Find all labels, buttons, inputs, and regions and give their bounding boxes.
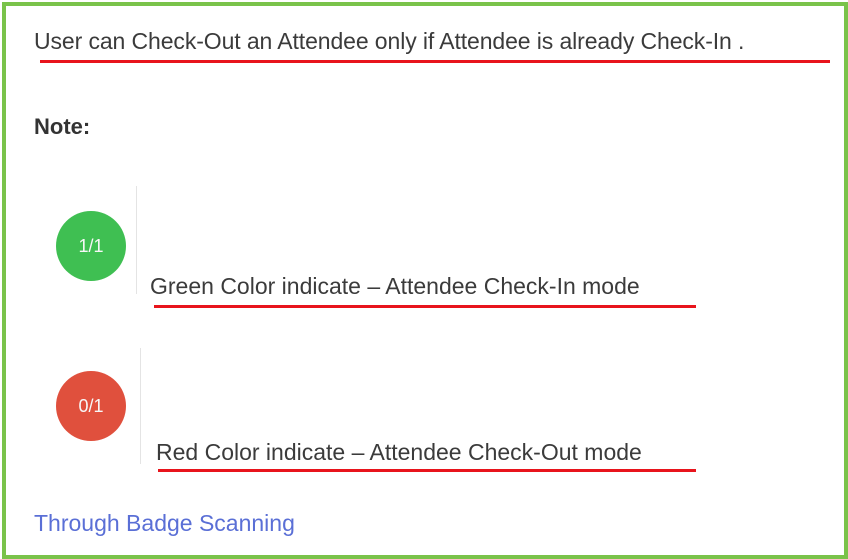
red-color-description: Red Color indicate – Attendee Check-Out …	[156, 439, 642, 465]
note-heading: Note:	[34, 114, 91, 139]
green-description-underline	[154, 305, 696, 308]
checkin-status-badge: 1/1	[56, 211, 126, 281]
checkout-rule-text: User can Check-Out an Attendee only if A…	[34, 28, 745, 54]
green-color-description: Green Color indicate – Attendee Check-In…	[150, 273, 640, 299]
badge-scanning-link[interactable]: Through Badge Scanning	[34, 510, 295, 537]
item-divider-2	[140, 348, 141, 464]
item-divider-1	[136, 186, 137, 294]
intro-underline	[40, 60, 830, 63]
red-description-underline	[158, 469, 696, 472]
checkout-status-badge: 0/1	[56, 371, 126, 441]
